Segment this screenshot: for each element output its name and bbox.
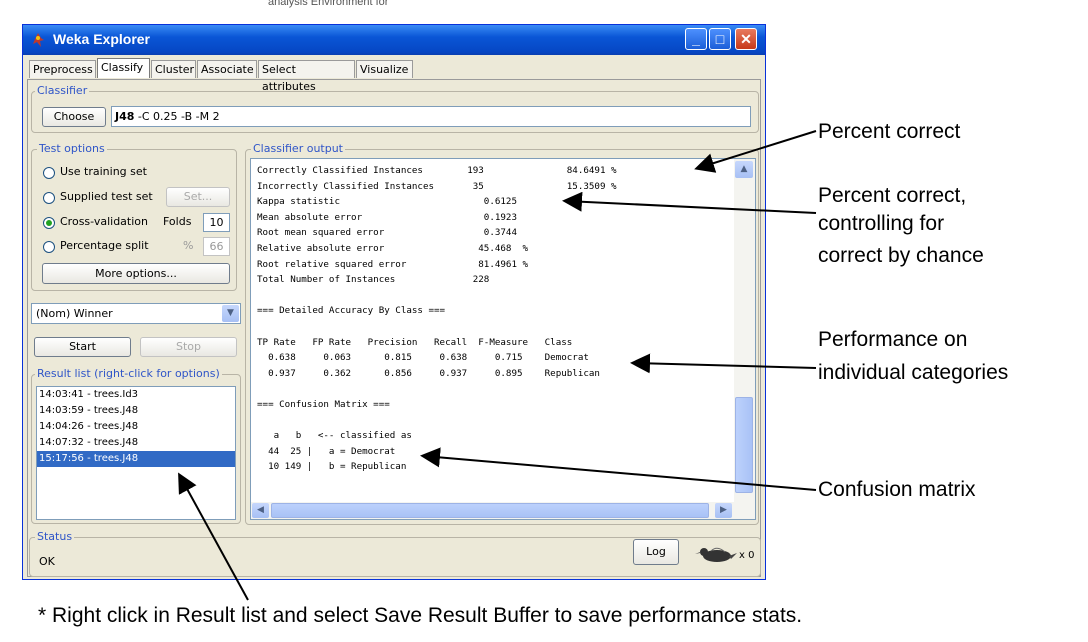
arrow-result-list (178, 472, 249, 601)
annotation-arrows (178, 130, 817, 601)
arrow-kappa (562, 191, 817, 214)
arrow-percent-correct (694, 130, 817, 173)
arrow-performance (630, 353, 817, 374)
arrow-confusion (420, 447, 817, 491)
